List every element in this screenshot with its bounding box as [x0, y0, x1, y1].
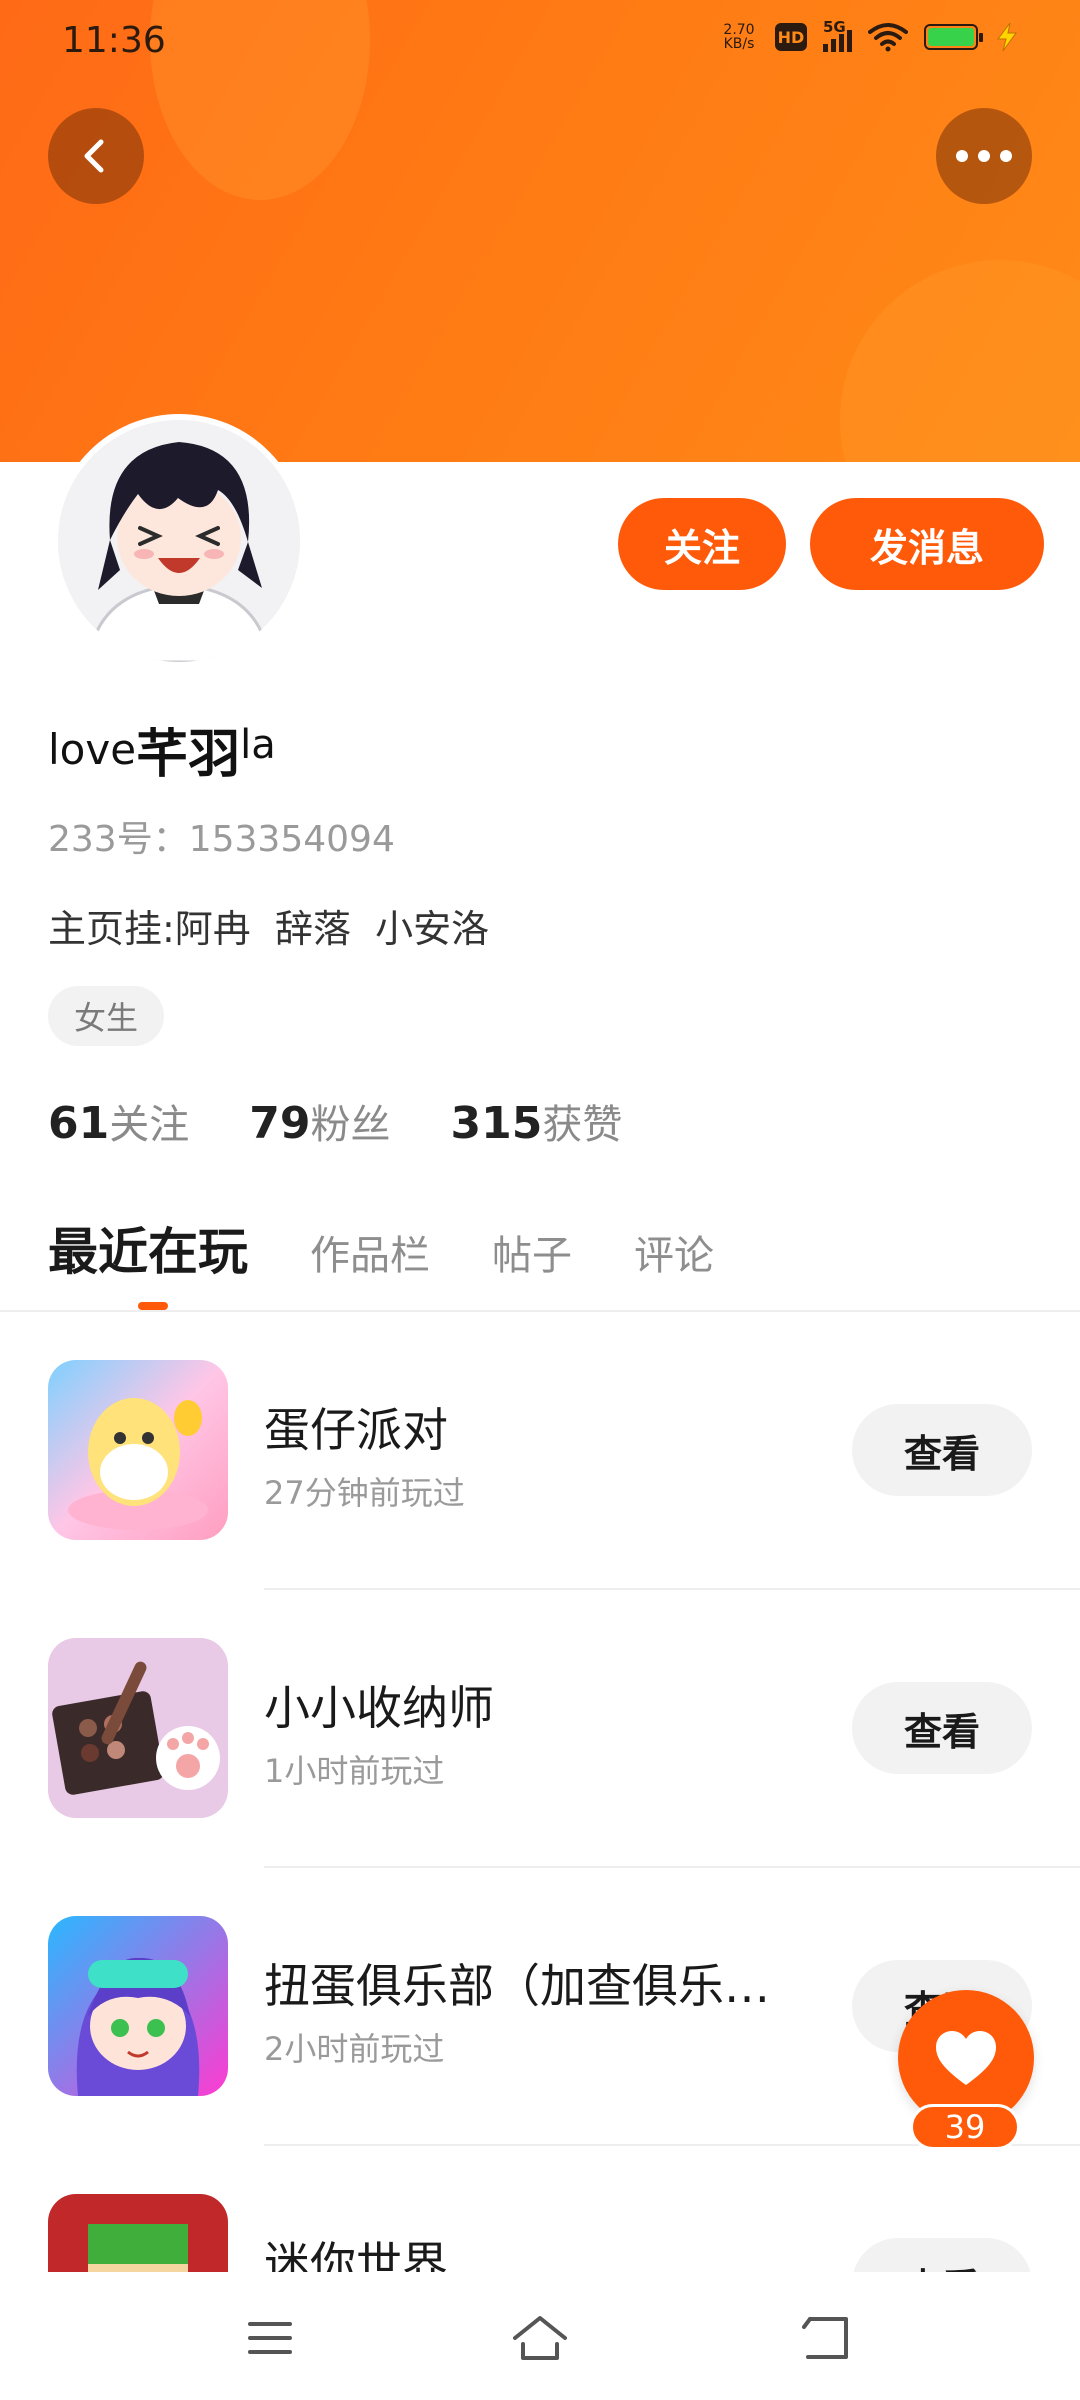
list-item[interactable]: 小小收纳师 1小时前玩过 查看: [0, 1590, 1080, 1868]
following-stat[interactable]: 61关注: [48, 1092, 189, 1150]
chevron-left-icon: [84, 139, 104, 173]
back-icon: [802, 2317, 848, 2359]
charging-icon: [997, 22, 1017, 52]
signal-icon: 5G: [823, 18, 852, 52]
game-name: 迷你世界: [264, 2237, 448, 2272]
view-button[interactable]: 查看: [852, 2238, 1032, 2272]
game-name: 扭蛋俱乐部（加查俱乐…: [264, 1959, 770, 2013]
system-back-button[interactable]: [796, 2308, 856, 2368]
tab-comments[interactable]: 评论: [634, 1223, 714, 1281]
followers-label: 粉丝: [310, 1102, 391, 1148]
followers-count: 79: [249, 1098, 311, 1149]
like-count: 39: [910, 2104, 1020, 2150]
banner-decoration: [840, 260, 1080, 462]
likes-stat[interactable]: 315获赞: [450, 1092, 622, 1150]
network-speed-unit: KB/s: [723, 36, 755, 52]
likes-label: 获赞: [542, 1102, 623, 1148]
game-last-played: 1小时前玩过: [264, 1752, 445, 1790]
avatar[interactable]: [52, 414, 306, 668]
status-bar: 11:36 2.70 KB/s HD 5G: [0, 0, 1080, 86]
game-icon-storage-master: [48, 1638, 228, 1818]
likes-count: 315: [450, 1098, 543, 1149]
game-name: 蛋仔派对: [264, 1403, 448, 1457]
game-icon-eggy-party: [48, 1360, 228, 1540]
tab-recently-played[interactable]: 最近在玩: [48, 1212, 248, 1284]
system-navigation-bar: [0, 2272, 1080, 2400]
more-options-button[interactable]: [936, 108, 1032, 204]
tab-posts[interactable]: 帖子: [492, 1223, 572, 1281]
active-tab-indicator: [138, 1302, 168, 1310]
home-button[interactable]: [510, 2308, 570, 2368]
view-button[interactable]: 查看: [852, 1682, 1032, 1774]
username-main: 芊羽: [136, 725, 241, 785]
menu-icon: [248, 2322, 292, 2354]
avatar-image: [58, 420, 300, 662]
followers-stat[interactable]: 79粉丝: [249, 1092, 390, 1150]
network-speed: 2.70 KB/s: [719, 23, 759, 51]
follow-button[interactable]: 关注: [618, 498, 786, 590]
home-icon: [513, 2316, 567, 2360]
back-button[interactable]: [48, 108, 144, 204]
battery-icon: [924, 24, 983, 50]
network-type-label: 5G: [823, 18, 846, 36]
list-item[interactable]: 蛋仔派对 27分钟前玩过 查看: [0, 1312, 1080, 1590]
username: love芊羽la: [48, 712, 276, 787]
game-last-played: 2小时前玩过: [264, 2030, 445, 2068]
tab-works[interactable]: 作品栏: [310, 1223, 430, 1281]
status-time: 11:36: [62, 20, 166, 61]
menu-button[interactable]: [240, 2308, 300, 2368]
username-suffix: la: [240, 722, 276, 768]
send-message-button[interactable]: 发消息: [810, 498, 1044, 590]
list-item[interactable]: 迷你世界 查看: [0, 2146, 1080, 2272]
bio: 主页挂:阿冉 辞落 小安洛: [48, 907, 490, 951]
stats: 61关注 79粉丝 315获赞: [48, 1092, 622, 1150]
battery-level: [928, 28, 974, 46]
hd-icon: HD: [775, 23, 807, 51]
game-last-played: 27分钟前玩过: [264, 1474, 465, 1512]
following-label: 关注: [109, 1102, 190, 1148]
more-dots-icon: [956, 150, 1012, 162]
status-icons: 2.70 KB/s HD 5G: [719, 18, 1020, 52]
user-id: 233号：153354094: [48, 819, 395, 860]
heart-icon: [936, 2031, 996, 2085]
username-prefix: love: [48, 725, 137, 774]
profile-tabs: 最近在玩 作品栏 帖子 评论: [48, 1212, 714, 1284]
game-name: 小小收纳师: [264, 1681, 494, 1735]
gender-tag: 女生: [48, 986, 165, 1046]
network-speed-value: 2.70: [723, 22, 755, 38]
view-button[interactable]: 查看: [852, 1404, 1032, 1496]
game-icon-mini-world: [48, 2194, 228, 2272]
wifi-icon: [868, 23, 908, 52]
following-count: 61: [48, 1098, 110, 1149]
game-icon-gacha-club: [48, 1916, 228, 2096]
